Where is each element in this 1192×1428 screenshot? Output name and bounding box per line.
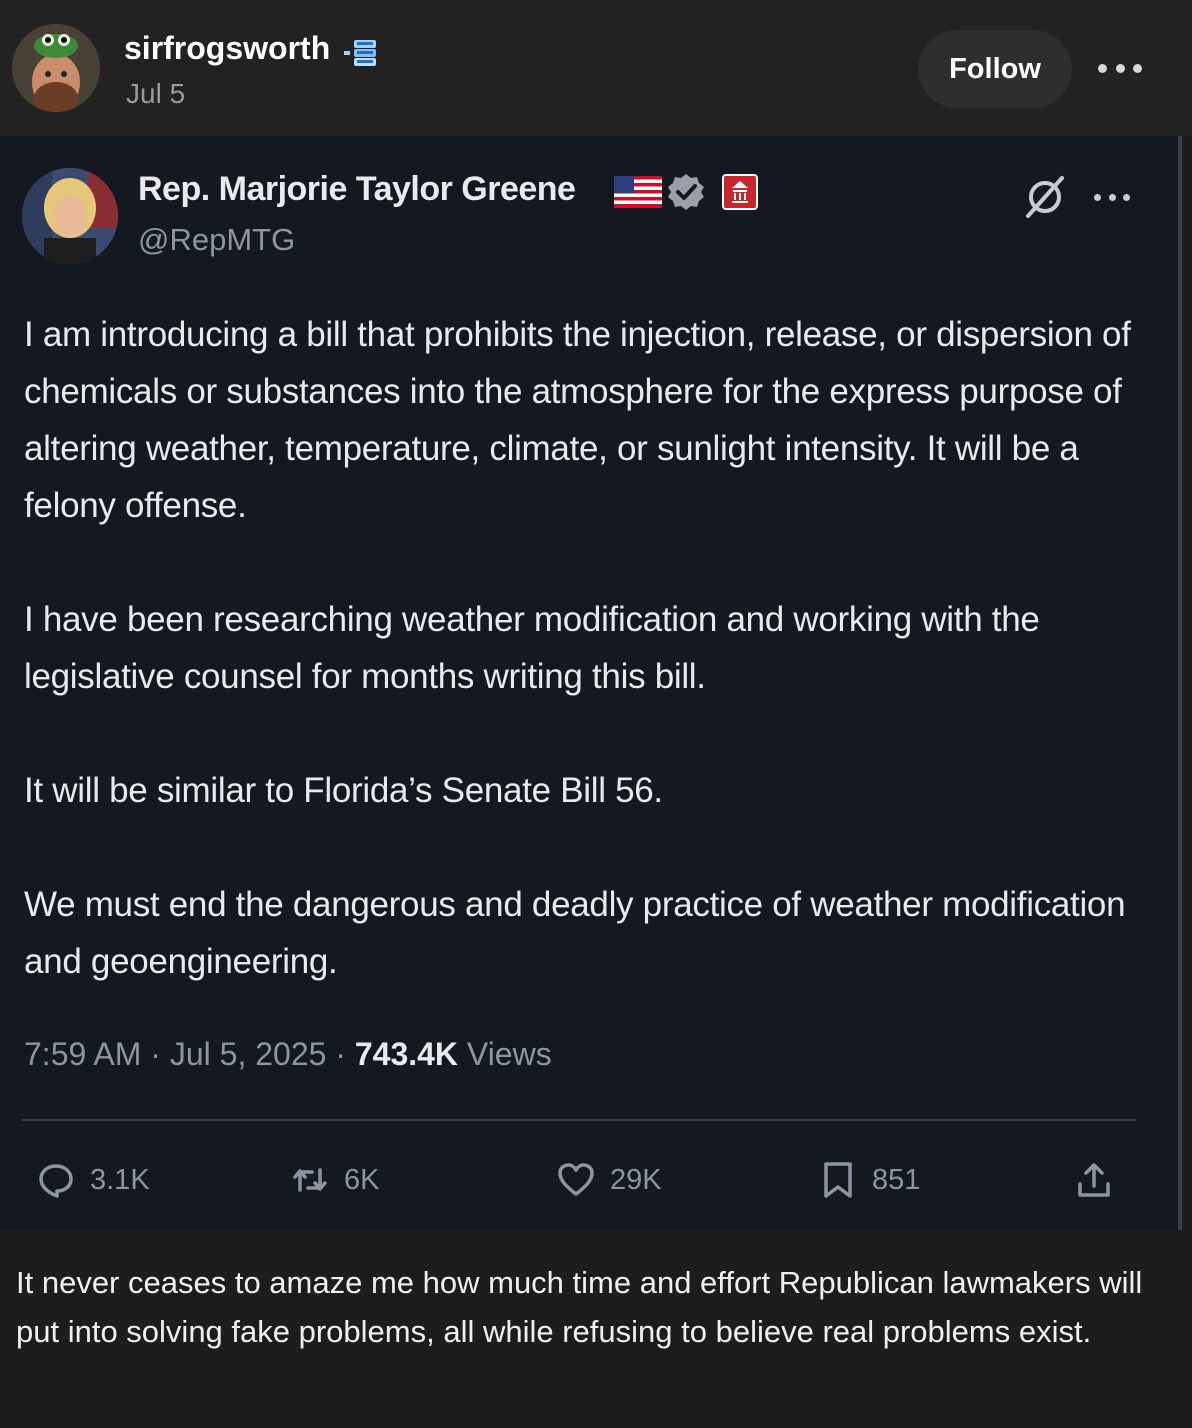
tweet-more-icon: [1094, 192, 1130, 202]
embedded-tweet-image: Rep. Marjorie Taylor Greene @RepMTG I am…: [0, 136, 1182, 1230]
author-name[interactable]: sirfrogsworth: [124, 30, 330, 67]
share-icon: [1078, 1163, 1110, 1197]
retweet-stat: 6K: [290, 1158, 379, 1202]
tweet-paragraph: We must end the dangerous and deadly pra…: [24, 885, 1126, 981]
heart-icon: [558, 1163, 594, 1196]
views-count: 743.4K: [354, 1036, 459, 1072]
tweet-time: 7:59 AM: [24, 1036, 142, 1072]
bookmark-stat: 851: [818, 1158, 920, 1202]
grok-icon: [1026, 176, 1064, 218]
tweet-avatar: [22, 168, 118, 264]
reply-stat: 3.1K: [36, 1158, 150, 1202]
retweet-count: 6K: [344, 1163, 380, 1196]
tumblr-blue-badge-icon[interactable]: [344, 38, 378, 68]
post-header: sirfrogsworth Jul 5 Follow: [0, 0, 1192, 136]
post-caption: It never ceases to amaze me how much tim…: [16, 1265, 1143, 1349]
separator: ·: [150, 1036, 161, 1072]
reply-count: 3.1K: [90, 1163, 150, 1196]
tweet-avatar-image: [22, 168, 118, 264]
retweet-icon: [293, 1168, 327, 1192]
views-label: Views: [466, 1036, 552, 1072]
post-date: Jul 5: [126, 78, 186, 109]
verified-check-icon: [668, 174, 704, 210]
tweet-paragraph: I am introducing a bill that prohibits t…: [24, 315, 1131, 525]
follow-button[interactable]: Follow: [918, 30, 1072, 108]
tweet-handle: @RepMTG: [138, 222, 296, 257]
tweet-paragraph: It will be similar to Florida’s Senate B…: [24, 771, 663, 810]
divider: [22, 1119, 1136, 1121]
share-stat: [1074, 1158, 1114, 1202]
like-count: 29K: [610, 1163, 662, 1196]
separator: ·: [335, 1036, 346, 1072]
bookmark-icon: [824, 1162, 852, 1198]
tweet-metadata: 7:59 AM · Jul 5, 2025 · 743.4K Views: [24, 1036, 552, 1073]
tweet-date: Jul 5, 2025: [169, 1036, 327, 1072]
bookmark-count: 851: [872, 1163, 921, 1196]
tweet-author-name: Rep. Marjorie Taylor Greene: [138, 170, 576, 208]
author-avatar[interactable]: [12, 24, 100, 112]
tweet-text: I am introducing a bill that prohibits t…: [24, 306, 1144, 990]
more-options-icon[interactable]: [1098, 58, 1142, 78]
government-badge-icon: [722, 174, 758, 210]
like-stat: 29K: [556, 1158, 662, 1202]
tweet-paragraph: I have been researching weather modifica…: [24, 600, 1040, 696]
us-flag-icon: [614, 176, 662, 208]
avatar-image: [12, 24, 100, 112]
reply-icon: [39, 1164, 73, 1198]
